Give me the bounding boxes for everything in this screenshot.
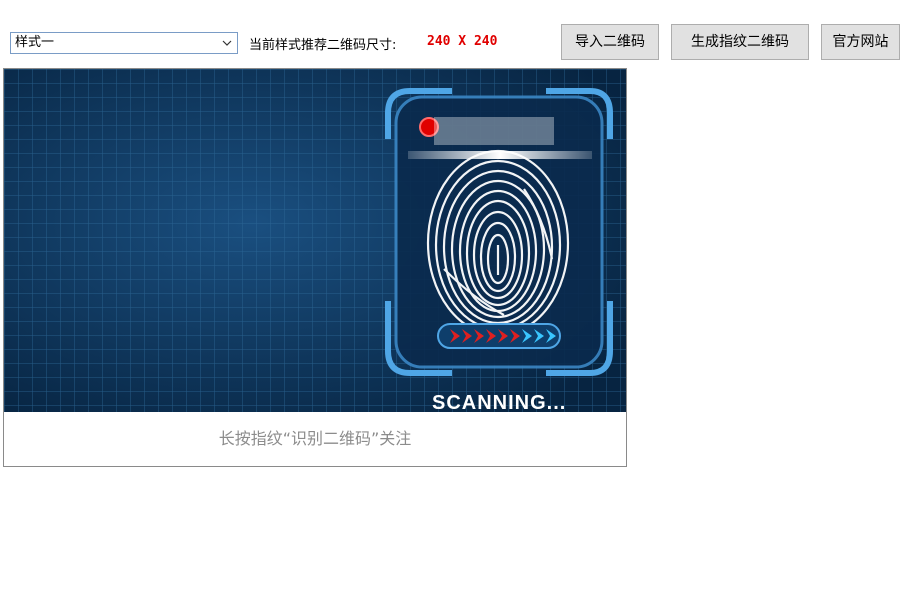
toolbar: 样式一 当前样式推荐二维码尺寸: 240 X 240 导入二维码 生成指纹二维码… bbox=[0, 0, 906, 68]
fingerprint-banner-image: SCANNING... bbox=[4, 69, 626, 412]
style-select[interactable]: 样式一 bbox=[10, 32, 238, 54]
scan-line bbox=[408, 151, 592, 159]
import-qrcode-button[interactable]: 导入二维码 bbox=[561, 24, 659, 60]
fingerprint-scanner-illustration: SCANNING... bbox=[4, 69, 626, 412]
generate-fingerprint-qrcode-button[interactable]: 生成指纹二维码 bbox=[671, 24, 809, 60]
scan-progress-indicator bbox=[437, 323, 561, 349]
style-select-value: 样式一 bbox=[15, 35, 55, 50]
scanning-text: SCANNING... bbox=[432, 392, 566, 412]
preview-caption: 长按指纹“识别二维码”关注 bbox=[218, 429, 412, 448]
chevron-down-icon bbox=[222, 40, 232, 46]
preview-panel: SCANNING... 长按指纹“识别二维码”关注 bbox=[3, 68, 627, 467]
recommended-size-label: 当前样式推荐二维码尺寸: bbox=[249, 38, 397, 53]
recommended-size-value: 240 X 240 bbox=[427, 34, 498, 49]
official-website-button[interactable]: 官方网站 bbox=[821, 24, 900, 60]
